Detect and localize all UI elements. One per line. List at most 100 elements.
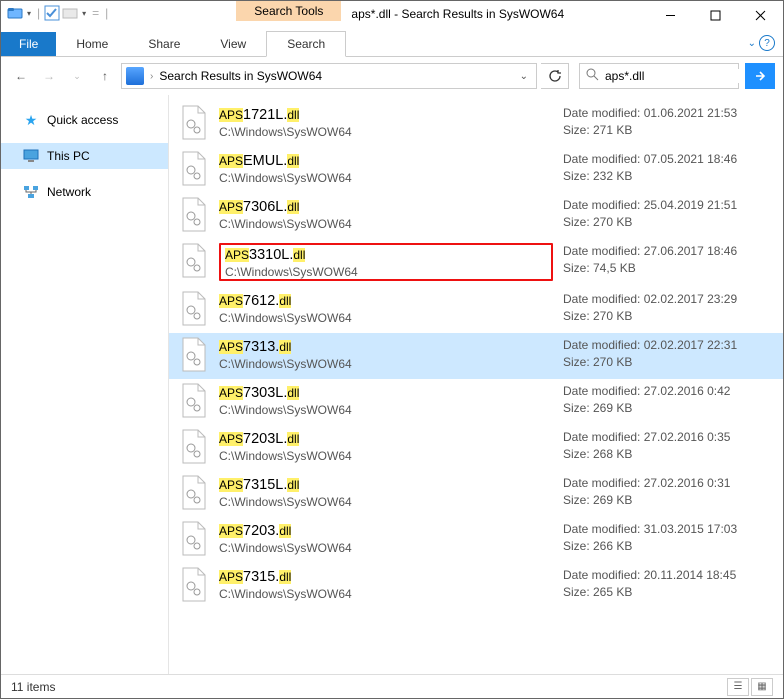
file-info: APS7203L.dllC:\Windows\SysWOW64	[219, 429, 553, 463]
tab-share[interactable]: Share	[128, 32, 200, 56]
result-row[interactable]: APS7203.dllC:\Windows\SysWOW64Date modif…	[169, 517, 783, 563]
dll-file-icon	[179, 429, 209, 465]
navbar: ← → ⌄ ↑ › Search Results in SysWOW64 ⌄ ✕	[1, 57, 783, 95]
help-icon[interactable]: ?	[759, 35, 775, 51]
separator: |	[103, 6, 110, 20]
file-meta: Date modified: 27.02.2016 0:31Size: 269 …	[563, 475, 773, 509]
nav-this-pc[interactable]: This PC	[1, 143, 168, 169]
file-path: C:\Windows\SysWOW64	[219, 217, 553, 231]
file-meta: Date modified: 27.02.2016 0:42Size: 269 …	[563, 383, 773, 417]
result-row[interactable]: APS7303L.dllC:\Windows\SysWOW64 Date modi…	[169, 379, 783, 425]
checkbox-icon[interactable]	[44, 5, 60, 21]
file-info: APS7303L.dllC:\Windows\SysWOW64	[219, 383, 553, 417]
dll-file-icon	[179, 243, 209, 279]
tab-file[interactable]: File	[1, 32, 56, 56]
pc-icon	[23, 148, 39, 164]
chevron-down-icon[interactable]: ▾	[25, 9, 33, 18]
result-row[interactable]: APS1721L.dllC:\Windows\SysWOW64Date modi…	[169, 101, 783, 147]
file-name: APS1721L.dll	[219, 105, 553, 125]
tab-view[interactable]: View	[200, 32, 266, 56]
body: ★ Quick access This PC Network APS1721L.…	[1, 95, 783, 674]
file-name: APS7303L.dll	[219, 383, 553, 403]
file-path: C:\Windows\SysWOW64	[219, 357, 553, 371]
file-path: C:\Windows\SysWOW64	[219, 125, 553, 139]
network-icon	[23, 184, 39, 200]
result-row[interactable]: APS7315L.dllC:\Windows\SysWOW64 Date modi…	[169, 471, 783, 517]
chevron-right-icon[interactable]: ›	[150, 71, 153, 82]
nav-label: Network	[47, 185, 91, 199]
nav-quick-access[interactable]: ★ Quick access	[1, 107, 168, 133]
window-title: aps*.dll - Search Results in SysWOW64	[341, 1, 648, 27]
result-row[interactable]: APS3310L.dllC:\Windows\SysWOW64Date modi…	[169, 239, 783, 287]
details-view-button[interactable]: ☰	[727, 678, 749, 696]
address-text: Search Results in SysWOW64	[159, 69, 322, 83]
star-icon: ★	[23, 112, 39, 128]
dll-file-icon	[179, 151, 209, 187]
up-button[interactable]: ↑	[93, 64, 117, 88]
navigation-pane: ★ Quick access This PC Network	[1, 95, 169, 674]
file-info: APS7313.dllC:\Windows\SysWOW64	[219, 337, 553, 371]
file-meta: Date modified: 27.06.2017 18:46Size: 74,…	[563, 243, 773, 277]
quick-access-toolbar: ▾ | ▾ = |	[1, 1, 116, 21]
folder-icon[interactable]	[7, 5, 23, 21]
file-info: APS7315L.dllC:\Windows\SysWOW64	[219, 475, 553, 509]
maximize-button[interactable]	[693, 1, 738, 29]
file-name: APS7306L.dll	[219, 197, 553, 217]
go-button[interactable]	[745, 63, 775, 89]
file-path: C:\Windows\SysWOW64	[219, 541, 553, 555]
back-button[interactable]: ←	[9, 64, 33, 88]
forward-button[interactable]: →	[37, 64, 61, 88]
dll-file-icon	[179, 521, 209, 557]
folder-generic-icon[interactable]	[62, 5, 78, 21]
view-toggle: ☰ ▦	[727, 678, 773, 696]
file-info: APS7612.dllC:\Windows\SysWOW64	[219, 291, 553, 325]
chevron-down-icon[interactable]: ▾	[80, 9, 88, 18]
dll-file-icon	[179, 337, 209, 373]
status-bar: 11 items ☰ ▦	[1, 674, 783, 698]
dll-file-icon	[179, 383, 209, 419]
file-name: APSEMUL.dll	[219, 151, 553, 171]
item-count: 11 items	[11, 680, 55, 694]
search-box[interactable]: ✕	[579, 63, 739, 89]
refresh-button[interactable]	[541, 63, 569, 89]
file-path: C:\Windows\SysWOW64	[225, 265, 547, 279]
file-info: APS1721L.dllC:\Windows\SysWOW64	[219, 105, 553, 139]
minimize-button[interactable]	[648, 1, 693, 29]
result-row[interactable]: APS7612.dllC:\Windows\SysWOW64Date modif…	[169, 287, 783, 333]
recent-dropdown[interactable]: ⌄	[65, 64, 89, 88]
tab-home[interactable]: Home	[56, 32, 128, 56]
help-dropdown[interactable]: ⌄ ?	[748, 35, 775, 51]
separator: =	[90, 6, 101, 20]
dll-file-icon	[179, 291, 209, 327]
file-info: APS7306L.dllC:\Windows\SysWOW64	[219, 197, 553, 231]
file-info: APS7315.dllC:\Windows\SysWOW64	[219, 567, 553, 601]
file-meta: Date modified: 20.11.2014 18:45Size: 265…	[563, 567, 773, 601]
tab-search[interactable]: Search	[266, 31, 346, 57]
nav-label: Quick access	[47, 113, 118, 127]
nav-network[interactable]: Network	[1, 179, 168, 205]
file-meta: Date modified: 02.02.2017 22:31Size: 270…	[563, 337, 773, 371]
nav-label: This PC	[47, 149, 90, 163]
result-row[interactable]: APS7313.dllC:\Windows\SysWOW64 Date modif…	[169, 333, 783, 379]
result-row[interactable]: APS7203L.dllC:\Windows\SysWOW64 Date modi…	[169, 425, 783, 471]
separator: |	[35, 6, 42, 20]
search-icon	[586, 68, 599, 84]
chevron-down-icon[interactable]: ⌄	[520, 71, 532, 82]
search-input[interactable]	[605, 69, 760, 83]
close-button[interactable]	[738, 1, 783, 29]
result-row[interactable]: APSEMUL.dllC:\Windows\SysWOW64Date modif…	[169, 147, 783, 193]
result-row[interactable]: APS7306L.dllC:\Windows\SysWOW64Date modi…	[169, 193, 783, 239]
file-name: APS7313.dll	[219, 337, 553, 357]
icons-view-button[interactable]: ▦	[751, 678, 773, 696]
address-bar[interactable]: › Search Results in SysWOW64 ⌄	[121, 63, 537, 89]
dll-file-icon	[179, 105, 209, 141]
file-name: APS7315L.dll	[219, 475, 553, 495]
dll-file-icon	[179, 567, 209, 603]
file-info: APS7203.dllC:\Windows\SysWOW64	[219, 521, 553, 555]
file-path: C:\Windows\SysWOW64	[219, 311, 553, 325]
file-path: C:\Windows\SysWOW64	[219, 495, 553, 509]
file-meta: Date modified: 27.02.2016 0:35Size: 268 …	[563, 429, 773, 463]
result-row[interactable]: APS7315.dllC:\Windows\SysWOW64 Date modif…	[169, 563, 783, 609]
file-path: C:\Windows\SysWOW64	[219, 587, 553, 601]
location-icon	[126, 67, 144, 85]
